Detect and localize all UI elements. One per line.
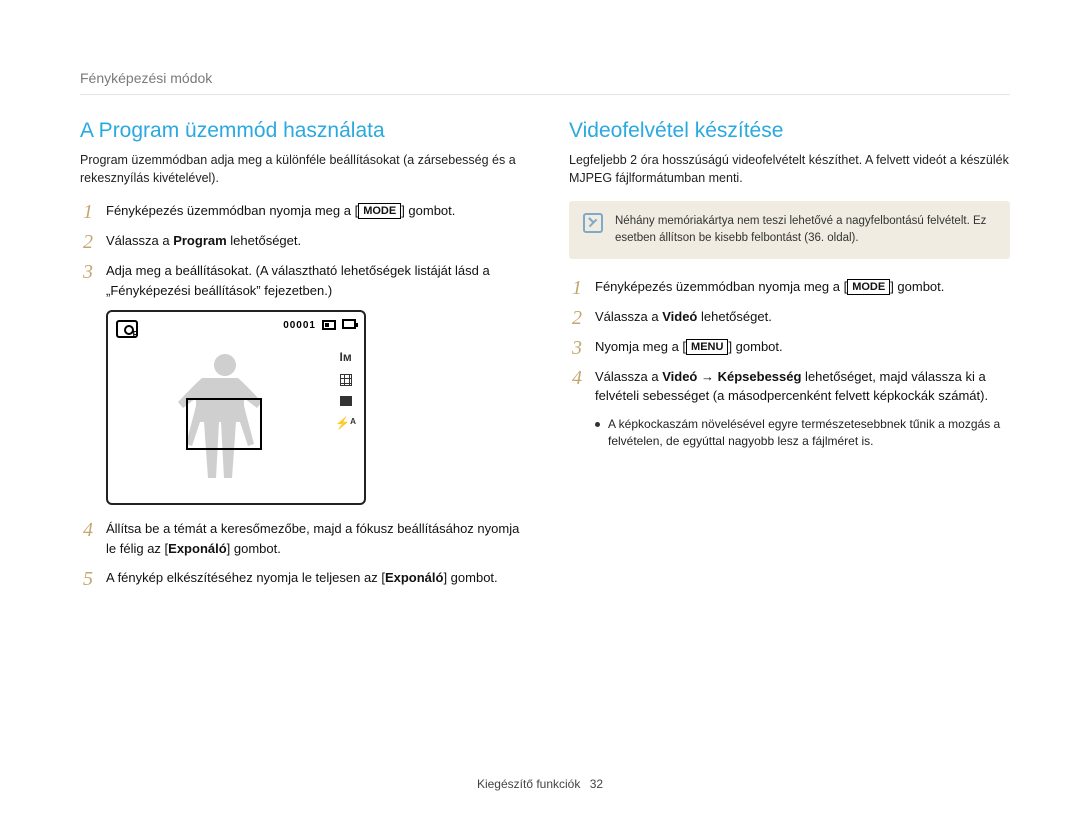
right-step-3: Nyomja meg a [MENU] gombot.: [569, 337, 1010, 357]
note-icon: [583, 213, 603, 233]
text: ] gombot.: [227, 541, 281, 556]
menu-button-label: MENU: [686, 339, 728, 355]
drive-icon: [340, 396, 352, 406]
footer-label: Kiegészítő funkciók: [477, 777, 580, 791]
note-box: Néhány memóriakártya nem teszi lehetővé …: [569, 201, 1010, 258]
text: ] gombot.: [728, 339, 782, 354]
p-label: P: [133, 330, 138, 339]
left-step-1: Fényképezés üzemmódban nyomja meg a [MOD…: [80, 201, 521, 221]
text: Fényképezés üzemmódban nyomja meg a [: [106, 203, 358, 218]
page: Fényképezési módok A Program üzemmód has…: [0, 0, 1080, 815]
right-step-2: Válassza a Videó lehetőséget.: [569, 307, 1010, 327]
bold: Exponáló: [385, 570, 444, 585]
mode-button-label: MODE: [358, 203, 401, 219]
flash-icon: ⚡ᴬ: [335, 416, 356, 430]
arrow: →: [697, 369, 717, 384]
right-step-1: Fényképezés üzemmódban nyomja meg a [MOD…: [569, 277, 1010, 297]
text: Nyomja meg a [: [595, 339, 686, 354]
left-steps-cont: Állítsa be a témát a keresőmezőbe, majd …: [80, 519, 521, 588]
bold: Képsebesség: [718, 369, 802, 384]
right-intro: Legfeljebb 2 óra hosszúságú videofelvéte…: [569, 151, 1010, 187]
quality-icon: Iм: [340, 350, 352, 364]
left-column: A Program üzemmód használata Program üze…: [80, 119, 521, 598]
columns: A Program üzemmód használata Program üze…: [80, 119, 1010, 598]
bold: Videó: [662, 369, 697, 384]
bold: Exponáló: [168, 541, 227, 556]
right-step-4: Válassza a Videó → Képsebesség lehetőség…: [569, 367, 1010, 406]
grid-icon: [340, 374, 352, 386]
text: Válassza a: [595, 369, 662, 384]
storage-icon: [322, 320, 336, 330]
focus-frame: [186, 398, 262, 450]
camera-mode-icon: P: [116, 320, 138, 338]
right-heading: Videofelvétel készítése: [569, 119, 1010, 143]
left-step-4: Állítsa be a témát a keresőmezőbe, majd …: [80, 519, 521, 558]
page-number: 32: [590, 777, 603, 791]
mode-button-label: MODE: [847, 279, 890, 295]
text: Válassza a: [595, 309, 662, 324]
text: Adja meg a beállításokat. (A választható…: [106, 261, 521, 300]
left-step-5: A fénykép elkészítéséhez nyomja le telje…: [80, 568, 521, 588]
note-text: Néhány memóriakártya nem teszi lehetővé …: [615, 213, 996, 246]
left-step-3: Adja meg a beállításokat. (A választható…: [80, 261, 521, 300]
footer: Kiegészítő funkciók 32: [0, 777, 1080, 791]
text: A képkockaszám növelésével egyre termész…: [608, 416, 1010, 451]
shot-counter: 00001: [283, 320, 316, 331]
side-icons: Iм ⚡ᴬ: [335, 350, 356, 430]
bullet-icon: [595, 422, 600, 427]
right-column: Videofelvétel készítése Legfeljebb 2 óra…: [569, 119, 1010, 598]
text: A fénykép elkészítéséhez nyomja le telje…: [106, 570, 385, 585]
camera-screen-illustration: P 00001 Iм ⚡ᴬ: [106, 310, 366, 505]
bold: Videó: [662, 309, 697, 324]
text: Válassza a: [106, 233, 173, 248]
left-heading: A Program üzemmód használata: [80, 119, 521, 143]
text: Fényképezés üzemmódban nyomja meg a [: [595, 279, 847, 294]
left-step-2: Válassza a Program lehetőséget.: [80, 231, 521, 251]
left-steps: Fényképezés üzemmódban nyomja meg a [MOD…: [80, 201, 521, 300]
right-steps: Fényképezés üzemmódban nyomja meg a [MOD…: [569, 277, 1010, 406]
bold: Program: [173, 233, 226, 248]
right-step-4-sub: A képkockaszám növelésével egyre termész…: [595, 416, 1010, 451]
section-label: Fényképezési módok: [80, 70, 1010, 95]
text: ] gombot.: [443, 570, 497, 585]
text: ] gombot.: [890, 279, 944, 294]
text: ] gombot.: [401, 203, 455, 218]
text: lehetőséget.: [227, 233, 301, 248]
left-intro: Program üzemmódban adja meg a különféle …: [80, 151, 521, 187]
text: lehetőséget.: [697, 309, 771, 324]
battery-icon: [342, 319, 356, 329]
